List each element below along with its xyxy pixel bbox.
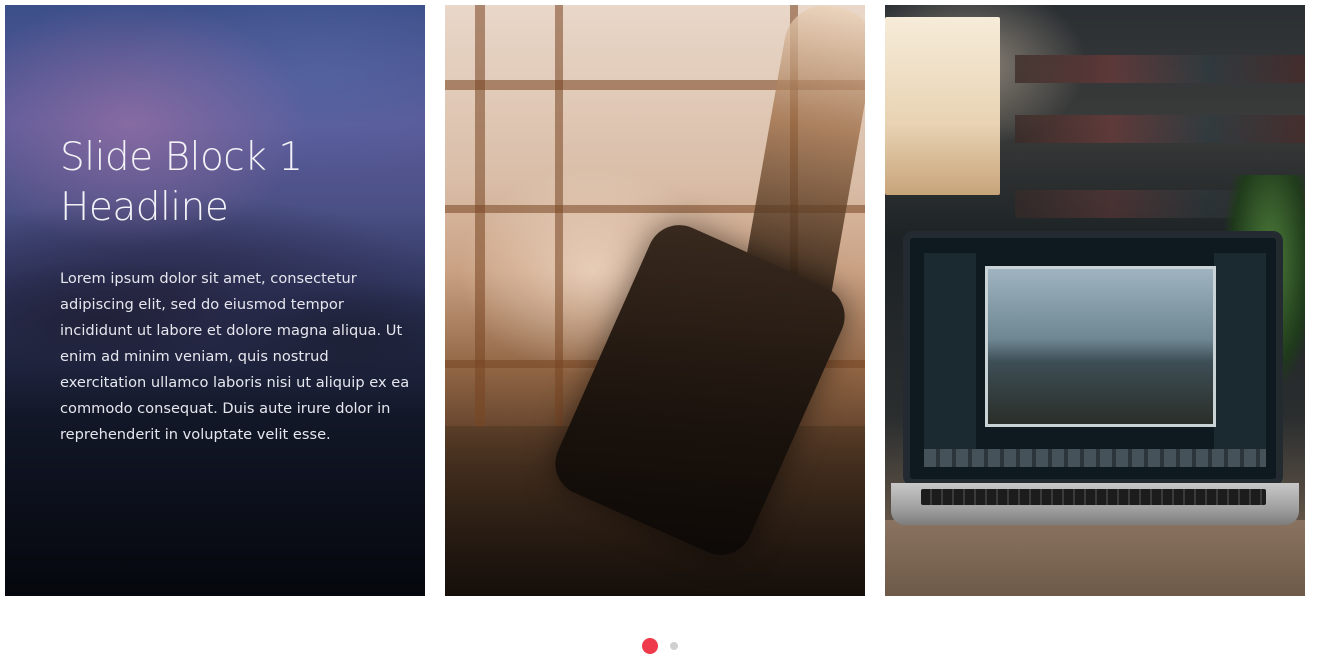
pagination-dot-1-active[interactable] <box>642 638 658 654</box>
slide-block-2[interactable] <box>445 5 865 596</box>
lamp-shape <box>885 17 1000 195</box>
app-right-panel <box>1214 253 1266 453</box>
slider-pagination <box>0 636 1320 656</box>
slide-block-1[interactable]: Slide Block 1 Headline Lorem ipsum dolor… <box>5 5 425 596</box>
bookshelf-row <box>1015 55 1305 83</box>
slide-1-content: Slide Block 1 Headline Lorem ipsum dolor… <box>60 133 410 448</box>
app-filmstrip <box>924 449 1266 467</box>
slider: Slide Block 1 Headline Lorem ipsum dolor… <box>0 0 1320 671</box>
laptop-keyboard <box>921 489 1266 505</box>
laptop-screen <box>903 231 1283 486</box>
window-frame-bar <box>555 5 563 426</box>
app-left-panel <box>924 253 976 453</box>
desk-surface <box>885 520 1305 596</box>
slide-body-text: Lorem ipsum dolor sit amet, consectetur … <box>60 270 410 443</box>
screen-photo-preview <box>985 266 1216 427</box>
bookshelf-row <box>1015 115 1305 143</box>
slide-block-3[interactable] <box>885 5 1305 596</box>
window-frame-bar <box>475 5 485 426</box>
pagination-dot-2[interactable] <box>670 642 678 650</box>
slide-headline: Slide Block 1 Headline <box>60 135 303 230</box>
